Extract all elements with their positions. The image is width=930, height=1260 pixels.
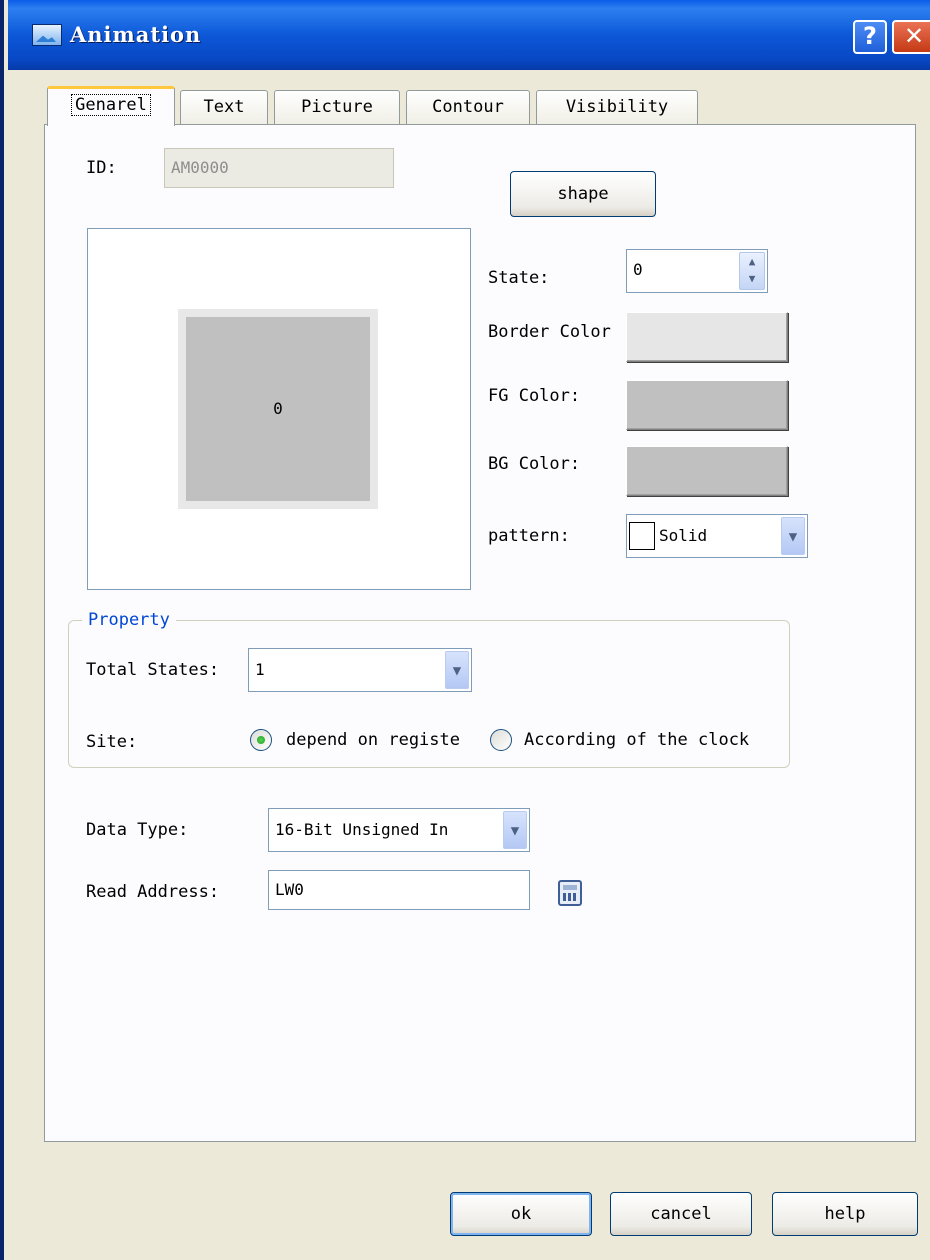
radio-according-clock[interactable] — [490, 729, 512, 751]
pattern-dropdown[interactable]: Solid ▼ — [626, 514, 808, 558]
ok-button[interactable]: ok — [450, 1192, 592, 1236]
state-label: State: — [488, 268, 550, 288]
help-button[interactable]: help — [772, 1192, 918, 1236]
pattern-label: pattern: — [488, 526, 570, 546]
spinner-arrows-icon[interactable]: ▲ ▼ — [739, 252, 765, 290]
id-label: ID: — [86, 158, 117, 178]
read-address-input[interactable]: LW0 — [268, 870, 530, 910]
total-states-dropdown[interactable]: 1 ▼ — [248, 648, 472, 692]
fg-color-button[interactable] — [626, 380, 788, 430]
radio-depend-on-register-label[interactable]: depend on registe — [286, 730, 486, 750]
help-title-button[interactable]: ? — [853, 20, 887, 54]
preview-shape: 0 — [186, 317, 370, 501]
total-states-value: 1 — [255, 660, 265, 679]
radio-according-clock-label[interactable]: According of the clock — [524, 730, 788, 750]
chevron-down-icon[interactable]: ▼ — [781, 517, 805, 555]
calculator-icon[interactable] — [558, 880, 582, 906]
border-color-button[interactable] — [626, 312, 788, 362]
title-bar[interactable]: Animation ? ✕ — [8, 0, 930, 70]
tab-contour[interactable]: Contour — [406, 90, 530, 124]
tab-genarel-label: Genarel — [71, 94, 151, 116]
tab-text[interactable]: Text — [180, 90, 268, 124]
data-type-value: 16-Bit Unsigned In — [275, 820, 449, 839]
data-type-label: Data Type: — [86, 820, 189, 840]
property-group-title: Property — [82, 610, 176, 630]
read-address-label: Read Address: — [86, 882, 220, 902]
tab-picture[interactable]: Picture — [274, 90, 400, 124]
id-field: AM0000 — [164, 148, 394, 188]
state-preview: 0 — [87, 228, 471, 590]
pattern-swatch — [629, 521, 655, 550]
pattern-value: Solid — [659, 525, 708, 545]
window-title: Animation — [70, 22, 202, 47]
preview-shape-border: 0 — [178, 309, 378, 509]
window-icon — [32, 24, 62, 46]
shape-button[interactable]: shape — [510, 171, 656, 217]
tab-genarel[interactable]: Genarel — [47, 86, 175, 126]
chevron-down-icon[interactable]: ▼ — [503, 811, 527, 849]
chevron-down-icon[interactable]: ▼ — [445, 651, 469, 689]
fg-color-label: FG Color: — [488, 386, 581, 406]
state-spinner[interactable]: 0 ▲ ▼ — [626, 249, 768, 293]
data-type-dropdown[interactable]: 16-Bit Unsigned In ▼ — [268, 808, 530, 852]
state-value: 0 — [633, 260, 643, 279]
border-color-label: Border Color — [488, 322, 611, 342]
animation-dialog: Animation ? ✕ Genarel Text Picture Conto… — [0, 0, 930, 1260]
close-button[interactable]: ✕ — [892, 20, 930, 54]
site-label: Site: — [86, 732, 138, 752]
bg-color-button[interactable] — [626, 446, 788, 496]
radio-depend-on-register[interactable] — [250, 729, 272, 751]
bg-color-label: BG Color: — [488, 454, 581, 474]
cancel-button[interactable]: cancel — [610, 1192, 752, 1236]
total-states-label: Total States: — [86, 660, 220, 680]
tab-visibility[interactable]: Visibility — [536, 90, 698, 124]
